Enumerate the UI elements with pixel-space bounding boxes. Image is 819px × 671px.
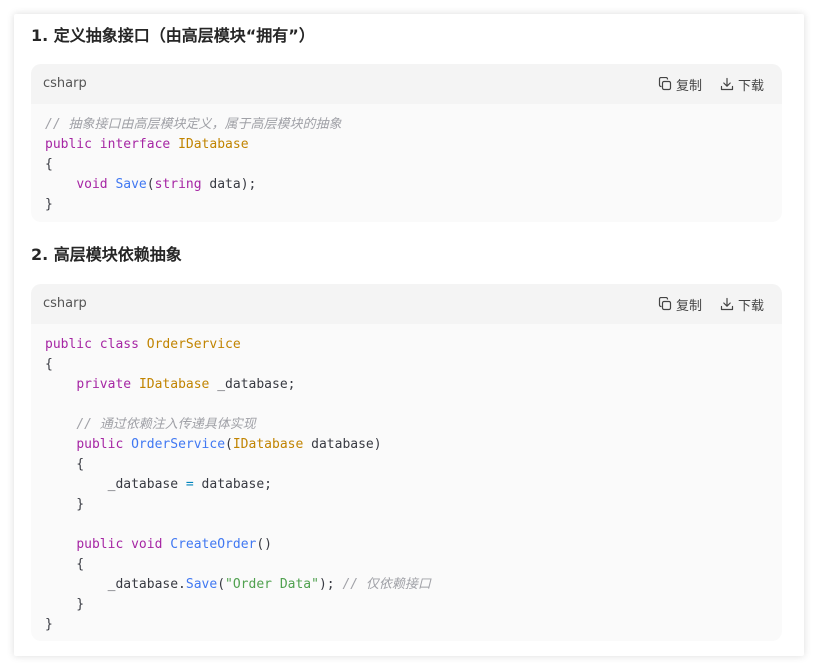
code-token: OrderService (146, 337, 241, 352)
code-line: // 抽象接口由高层模块定义，属于高层模块的抽象 (45, 117, 341, 132)
code-block-header: csharp 复制 下载 (31, 64, 782, 104)
download-icon (720, 77, 734, 91)
download-button-label: 下载 (737, 298, 764, 314)
code-comment: // 仅依赖接口 (342, 577, 431, 592)
code-token: } (45, 197, 53, 212)
code-token: { (45, 157, 53, 172)
code-token: public (76, 437, 124, 452)
copy-icon (658, 77, 672, 91)
code-line: _database = database; (45, 477, 272, 492)
code-actions: 复制 下载 (658, 284, 764, 324)
code-line: public interface IDatabase (45, 137, 249, 152)
code-token: _database; (209, 377, 296, 392)
code-line: { (45, 157, 53, 172)
code-token: database) (303, 437, 382, 452)
section-heading-1: 1. 定义抽象接口（由高层模块“拥有”） (31, 26, 315, 45)
code-token: = (185, 477, 194, 492)
content-card: 1. 定义抽象接口（由高层模块“拥有”） csharp 复制 下载 // 抽象接… (14, 14, 804, 656)
section-heading-2: 2. 高层模块依赖抽象 (31, 245, 182, 264)
code-token: public (45, 337, 92, 352)
code-content: public class OrderService { private IDat… (31, 324, 782, 635)
code-content: // 抽象接口由高层模块定义，属于高层模块的抽象 public interfac… (31, 104, 782, 215)
code-line: public class OrderService (45, 337, 241, 352)
code-token: () (256, 537, 272, 552)
code-token: Save (115, 177, 147, 192)
code-token: class (99, 337, 139, 352)
download-button-label: 下载 (737, 78, 764, 94)
code-token: ( (225, 437, 233, 452)
code-token: } (45, 497, 85, 512)
copy-button-label: 复制 (675, 78, 702, 94)
download-icon (720, 297, 734, 311)
code-line: { (45, 357, 53, 372)
code-token: { (45, 457, 85, 472)
code-token: string (154, 177, 202, 192)
copy-button-label: 复制 (675, 298, 702, 314)
code-token: database; (193, 477, 272, 492)
code-block-2: csharp 复制 下载 public class OrderService {… (31, 284, 782, 641)
code-line: } (45, 597, 84, 612)
code-line: { (45, 457, 84, 472)
code-token: void (76, 177, 108, 192)
code-token: public (76, 537, 124, 552)
copy-button[interactable]: 复制 (658, 295, 702, 314)
code-comment: // 抽象接口由高层模块定义，属于高层模块的抽象 (45, 117, 342, 132)
code-token: { (45, 557, 85, 572)
copy-button[interactable]: 复制 (658, 75, 702, 94)
code-language-label: csharp (43, 76, 87, 91)
code-token: Save (185, 577, 218, 592)
code-line: _database.Save("Order Data"); // 仅依赖接口 (45, 577, 431, 592)
copy-icon (658, 297, 672, 311)
code-token: private (76, 377, 132, 392)
code-token: ( (146, 177, 155, 192)
code-token: _database. (45, 577, 186, 592)
code-line: } (45, 497, 84, 512)
code-token: data); (201, 177, 257, 192)
code-token: interface (99, 137, 171, 152)
code-line: private IDatabase _database; (45, 377, 295, 392)
code-token: _database (45, 477, 186, 492)
code-token: { (45, 357, 53, 372)
code-language-label: csharp (43, 296, 87, 311)
code-token: } (45, 597, 85, 612)
code-block-1: csharp 复制 下载 // 抽象接口由高层模块定义，属于高层模块的抽象 pu… (31, 64, 782, 222)
code-line: } (45, 197, 53, 212)
code-line: { (45, 557, 84, 572)
code-token: "Order Data" (225, 577, 319, 592)
code-actions: 复制 下载 (658, 64, 764, 104)
code-token: void (131, 537, 163, 552)
code-token: ); (318, 577, 343, 592)
code-token: ( (217, 577, 226, 592)
code-token: IDatabase (232, 437, 304, 452)
code-token: IDatabase (178, 137, 249, 152)
code-comment: // 通过依赖注入传递具体实现 (76, 417, 256, 432)
code-line: // 通过依赖注入传递具体实现 (45, 417, 256, 432)
code-token: } (45, 617, 53, 632)
code-line: void Save(string data); (45, 177, 256, 192)
code-token: CreateOrder (170, 537, 257, 552)
download-button[interactable]: 下载 (720, 75, 764, 94)
code-line: public OrderService(IDatabase database) (45, 437, 382, 452)
code-block-header: csharp 复制 下载 (31, 284, 782, 324)
code-token: IDatabase (138, 377, 210, 392)
download-button[interactable]: 下载 (720, 295, 764, 314)
code-line: public void CreateOrder() (45, 537, 272, 552)
code-line: } (45, 617, 53, 632)
code-token: OrderService (131, 437, 226, 452)
code-token: public (45, 137, 92, 152)
